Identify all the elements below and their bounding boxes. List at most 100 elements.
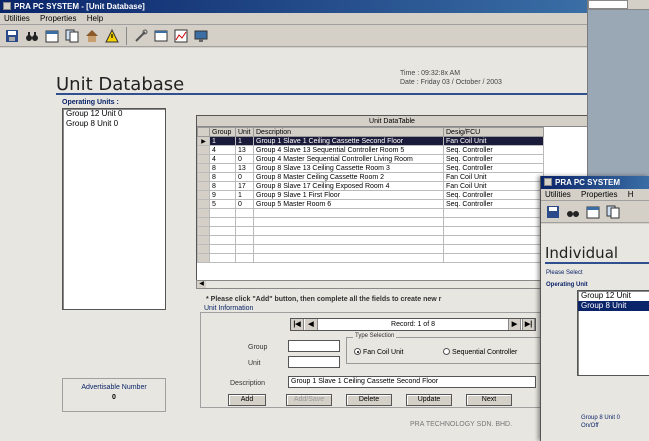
binoculars-icon[interactable]	[23, 27, 41, 45]
save-icon[interactable]	[544, 203, 562, 221]
save-icon[interactable]	[3, 27, 21, 45]
calendar-icon[interactable]	[43, 27, 61, 45]
cell-description: Group 9 Slave 1 First Floor	[253, 190, 444, 200]
binoculars-icon[interactable]	[564, 203, 582, 221]
add-button[interactable]: Add	[228, 394, 266, 406]
column-header-group[interactable]: Group	[209, 127, 236, 137]
list-item-selected[interactable]: Group 8 Unit	[578, 301, 649, 311]
row-indicator	[197, 181, 210, 191]
title-bar[interactable]: PRA PC SYSTEM - [Unit Database]	[0, 0, 587, 13]
list-item[interactable]: Group 12 Unit 0	[63, 109, 165, 119]
empty-cell	[443, 253, 544, 263]
empty-cell	[209, 253, 236, 263]
table-row[interactable]: 5 0 Group 5 Master Room 6 Seq. Controller	[197, 199, 544, 209]
column-header-description[interactable]: Description	[253, 127, 444, 137]
next-record-icon[interactable]: ▶	[508, 319, 521, 330]
tools-icon[interactable]	[132, 27, 150, 45]
cell-unit: 1	[235, 190, 254, 200]
empty-table-row	[197, 217, 544, 227]
page-title: Unit Database	[56, 74, 185, 95]
table-row[interactable]: ▶ 1 1 Group 1 Slave 1 Ceiling Cassette Seco…	[197, 136, 544, 146]
cell-description: Group 4 Master Sequential Controller Liv…	[253, 154, 444, 164]
delete-button[interactable]: Delete	[346, 394, 392, 406]
secondary-operating-list[interactable]: Group 12 Unit Group 8 Unit	[577, 290, 649, 376]
empty-cell	[253, 226, 444, 236]
list-item[interactable]: Group 8 Unit 0	[63, 119, 165, 129]
empty-cell	[197, 226, 210, 236]
advertisable-number-box: Advertisable Number 0	[62, 378, 166, 412]
group-field[interactable]	[288, 340, 340, 352]
secondary-menu-utilities[interactable]: Utilities	[545, 190, 571, 199]
table-row[interactable]: 8 13 Group 8 Slave 13 Ceiling Cassette Roo…	[197, 163, 544, 173]
column-header-desig[interactable]: Desig/FCU	[443, 127, 544, 137]
cell-group: 8	[209, 172, 236, 182]
secondary-menu-bar: Utilities Properties H	[541, 189, 649, 201]
documents-icon[interactable]	[63, 27, 81, 45]
unit-field[interactable]	[288, 356, 340, 368]
table-caption: Unit DataTable	[197, 116, 587, 127]
secondary-menu-help[interactable]: H	[628, 190, 634, 199]
unit-database-window: PRA PC SYSTEM - [Unit Database] Utilitie…	[0, 0, 588, 441]
operating-units-list[interactable]: Group 12 Unit 0 Group 8 Unit 0	[62, 108, 166, 310]
menu-properties[interactable]: Properties	[40, 14, 76, 23]
row-indicator	[197, 190, 210, 200]
cell-group: 4	[209, 154, 236, 164]
last-record-icon[interactable]: ▶|	[522, 319, 535, 330]
previous-record-icon[interactable]: ◀	[305, 319, 318, 330]
cell-unit: 17	[235, 181, 254, 191]
cell-description: Group 4 Slave 13 Sequential Controller R…	[253, 145, 444, 155]
table-row[interactable]: 9 1 Group 9 Slave 1 First Floor Seq. Contro…	[197, 190, 544, 200]
add-save-button[interactable]: Add/Save	[286, 394, 332, 406]
empty-cell	[197, 253, 210, 263]
secondary-footer: Group 8 Unit 0 On/Off	[581, 414, 620, 430]
empty-cell	[197, 208, 210, 218]
empty-cell	[209, 208, 236, 218]
secondary-window-title: PRA PC SYSTEM	[555, 178, 621, 187]
empty-cell	[197, 217, 210, 227]
update-button[interactable]: Update	[406, 394, 452, 406]
radio-unchecked-icon	[443, 348, 450, 355]
table-header-row: Group Unit Description Desig/FCU	[197, 127, 544, 137]
table-row[interactable]: 8 17 Group 8 Slave 17 Ceiling Exposed Room…	[197, 181, 544, 191]
scroll-left-arrow-icon[interactable]: ◀	[197, 281, 206, 288]
unit-data-table[interactable]: Unit DataTable Group Unit Description De…	[196, 115, 587, 288]
table-row[interactable]: 4 13 Group 4 Slave 13 Sequential Controlle…	[197, 145, 544, 155]
first-record-icon[interactable]: |◀	[291, 319, 304, 330]
list-item[interactable]: Group 12 Unit	[578, 291, 649, 301]
advertisable-value: 0	[112, 394, 116, 401]
sequential-radio[interactable]: Sequential Controller	[443, 348, 517, 356]
secondary-toolbar	[541, 201, 649, 223]
secondary-title-bar[interactable]: PRA PC SYSTEM	[541, 176, 649, 189]
horizontal-scrollbar[interactable]: ◀	[196, 280, 587, 289]
cell-desig: Seq. Controller	[443, 154, 544, 164]
warning-icon[interactable]	[103, 27, 121, 45]
documents-icon[interactable]	[604, 203, 622, 221]
menu-help[interactable]: Help	[87, 14, 103, 23]
column-header-unit[interactable]: Unit	[235, 127, 254, 137]
empty-cell	[235, 217, 254, 227]
window-icon[interactable]	[152, 27, 170, 45]
table-row[interactable]: 4 0 Group 4 Master Sequential Controller L…	[197, 154, 544, 164]
empty-cell	[443, 235, 544, 245]
table-row[interactable]: 8 0 Group 8 Master Ceiling Cassette Room 2…	[197, 172, 544, 182]
unit-table: Group Unit Description Desig/FCU ▶ 1 1 Grou…	[197, 127, 544, 263]
building-icon[interactable]	[83, 27, 101, 45]
cell-unit: 13	[235, 145, 254, 155]
empty-cell	[209, 217, 236, 227]
secondary-app-icon	[544, 178, 552, 186]
fan-coil-radio[interactable]: Fan Coil Unit	[354, 348, 403, 356]
empty-cell	[443, 226, 544, 236]
monitor-icon[interactable]	[192, 27, 210, 45]
cell-unit: 1	[235, 136, 254, 146]
graph-icon[interactable]	[172, 27, 190, 45]
description-field[interactable]: Group 1 Slave 1 Ceiling Cassette Second …	[288, 376, 536, 388]
secondary-menu-properties[interactable]: Properties	[581, 190, 617, 199]
empty-cell	[209, 226, 236, 236]
menu-utilities[interactable]: Utilities	[4, 14, 30, 23]
record-counter: Record: 1 of 8	[391, 321, 435, 328]
next-button[interactable]: Next	[466, 394, 512, 406]
empty-cell	[197, 235, 210, 245]
empty-cell	[443, 217, 544, 227]
empty-cell	[253, 235, 444, 245]
calendar-icon[interactable]	[584, 203, 602, 221]
